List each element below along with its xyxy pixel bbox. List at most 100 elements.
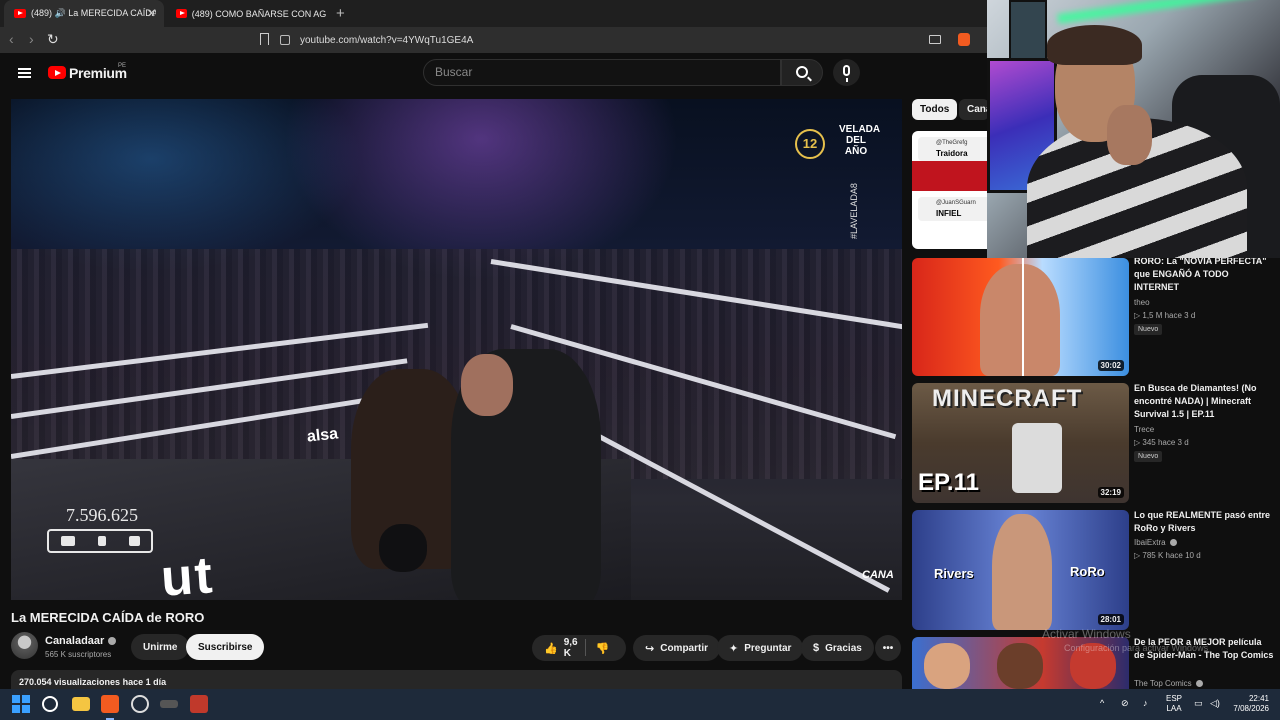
browser-tab-strip: (489) 🔊 La MERECIDA CAÍDA de RORO ✕ (489…: [0, 0, 987, 27]
input-language[interactable]: ESP LAA: [1166, 694, 1182, 714]
cast-icon[interactable]: [929, 35, 941, 44]
comment-tag: @JuanSGuarn INFIEL: [918, 197, 998, 221]
join-button[interactable]: Unirme: [131, 634, 190, 660]
display-icon[interactable]: ▭: [1194, 698, 1203, 709]
related-thumbnail[interactable]: Rivers RoRo 28:01: [912, 510, 1129, 630]
related-thumbnail[interactable]: MINECRAFT EP.11 32:19: [912, 383, 1129, 503]
tag-handle: @JuanSGuarn: [936, 200, 976, 206]
related-meta: ▷ 345 hace 3 d: [1134, 438, 1189, 447]
search-icon: [796, 66, 808, 78]
site-info-icon[interactable]: [280, 35, 290, 45]
verified-icon: [1169, 539, 1177, 547]
browser-navbar: ‹ › ↻ youtube.com/watch?v=4YWqTu1GE4A: [0, 27, 987, 53]
windows-start-icon[interactable]: [12, 695, 30, 713]
sparkle-icon: ✦: [729, 642, 739, 655]
tag-text: INFIEL: [936, 209, 962, 218]
volume-icon[interactable]: ◁): [1210, 698, 1220, 709]
youtube-favicon-icon: [176, 9, 187, 18]
related-meta: ▷ 785 K hace 10 d: [1134, 551, 1201, 560]
video-player[interactable]: ut alsa 12 VELADA DEL AÑO #LAVELADA8 7.5…: [11, 99, 902, 600]
chip-all[interactable]: Todos: [912, 99, 958, 120]
related-title[interactable]: Lo que REALMENTE pasó entre RoRo y River…: [1134, 509, 1274, 535]
referee-head: [461, 354, 513, 416]
obs-icon[interactable]: [131, 695, 149, 713]
browser-tab[interactable]: (489) COMO BAÑARSE CON AGUA Y: [166, 0, 326, 27]
app-icon[interactable]: [190, 695, 208, 713]
bookmark-icon[interactable]: [260, 33, 269, 45]
subscribe-button[interactable]: Suscribirse: [186, 634, 265, 660]
description-box[interactable]: 270.054 visualizaciones hace 1 día: [11, 670, 902, 690]
file-explorer-icon[interactable]: [72, 697, 90, 711]
like-count[interactable]: 9,6 K: [564, 637, 578, 659]
tray-chevron-icon[interactable]: ^: [1100, 698, 1104, 708]
thumbnail-face: [980, 264, 1060, 376]
tag-handle: @TheGrefg: [936, 140, 968, 146]
streamer-hand: [1107, 105, 1152, 165]
thanks-button[interactable]: $ Gracias: [801, 635, 874, 661]
more-actions-button[interactable]: •••: [875, 635, 901, 661]
like-icon[interactable]: 👍: [544, 642, 558, 655]
clock-time: 22:41: [1248, 694, 1269, 703]
menu-icon[interactable]: [18, 68, 31, 78]
tab-title: (489) 🔊 La MERECIDA CAÍDA de RORO: [31, 8, 156, 18]
channel-avatar[interactable]: [11, 632, 38, 659]
country-code: PE: [118, 63, 127, 69]
search-button[interactable]: [781, 59, 823, 86]
taskbar-search-icon[interactable]: [42, 696, 58, 712]
chip-channel[interactable]: Canal: [959, 99, 989, 120]
search-input[interactable]: Buscar: [423, 59, 781, 86]
language-code: ESP: [1166, 694, 1183, 703]
video-duration: 30:02: [1097, 360, 1124, 371]
related-channel[interactable]: theo: [1134, 298, 1150, 307]
platform-badges: [47, 529, 153, 553]
back-icon[interactable]: ‹: [9, 31, 14, 47]
twitch-icon: [128, 536, 140, 546]
dislike-icon[interactable]: 👎: [596, 642, 610, 655]
reload-icon[interactable]: ↻: [47, 31, 59, 48]
related-channel[interactable]: IbaiExtra: [1134, 538, 1177, 547]
thumbnail-face: [924, 643, 970, 689]
tiktok-icon: [97, 536, 106, 546]
boxing-glove: [379, 524, 427, 572]
channel-name-text: Canaladaar: [45, 635, 105, 647]
thumbnail-character: [1012, 423, 1062, 493]
brave-shield-icon[interactable]: [958, 33, 970, 46]
system-clock[interactable]: 22:41 7/08/2026: [1229, 694, 1269, 714]
tab-title: (489) COMO BAÑARSE CON AGUA Y: [191, 8, 326, 19]
views-and-date: 270.054 visualizaciones hace 1 día: [19, 677, 167, 687]
channel-name[interactable]: Canaladaar: [45, 635, 117, 647]
thumbnail-label: Rivers: [934, 566, 974, 581]
audio-app-icon[interactable]: [160, 700, 178, 708]
ask-button[interactable]: ✦ Preguntar: [717, 635, 804, 661]
windows-taskbar: ^ ⊘ ♪ ESP LAA ▭ ◁) 22:41 7/08/2026: [0, 689, 1280, 720]
new-tab-icon[interactable]: +: [336, 5, 345, 22]
thumbnail-face: [997, 643, 1043, 689]
close-tab-icon[interactable]: ✕: [147, 7, 156, 20]
youtube-favicon-icon: [14, 9, 26, 18]
tag-text: Traidora: [936, 149, 968, 158]
thumbnail-face: [992, 514, 1052, 630]
microphone-icon: [843, 65, 850, 82]
related-title[interactable]: RORO: La "NOVIA PERFECTA" que ENGAÑÓ A T…: [1134, 255, 1274, 294]
activate-windows-watermark: Activar Windows: [1042, 627, 1131, 641]
related-channel[interactable]: The Top Comics: [1134, 679, 1203, 688]
microphone-tray-icon[interactable]: ♪: [1143, 698, 1148, 708]
voice-search-button[interactable]: [833, 59, 860, 86]
ring-apron-text: alsa: [306, 425, 339, 446]
like-dislike-group: 👍 9,6 K 👎: [532, 635, 626, 661]
video-duration: 32:19: [1097, 487, 1124, 498]
browser-tab-active[interactable]: (489) 🔊 La MERECIDA CAÍDA de RORO ✕: [4, 0, 164, 27]
event-hashtag: #LAVELADA8: [849, 183, 859, 239]
address-bar[interactable]: youtube.com/watch?v=4YWqTu1GE4A: [280, 30, 980, 50]
thanks-icon: $: [813, 642, 820, 654]
forward-icon[interactable]: ›: [29, 31, 34, 47]
brave-browser-icon[interactable]: [101, 695, 119, 713]
related-title[interactable]: En Busca de Diamantes! (No encontré NADA…: [1134, 382, 1274, 421]
clock-date: 7/08/2026: [1233, 704, 1269, 713]
share-button[interactable]: ↪ Compartir: [633, 635, 721, 661]
comment-tag: @TheGrefg Traidora: [918, 137, 998, 161]
related-thumbnail[interactable]: 30:02: [912, 258, 1129, 376]
related-channel[interactable]: Trece: [1134, 425, 1154, 434]
tray-app-icon[interactable]: ⊘: [1121, 698, 1129, 709]
youtube-logo-icon[interactable]: [48, 66, 66, 79]
